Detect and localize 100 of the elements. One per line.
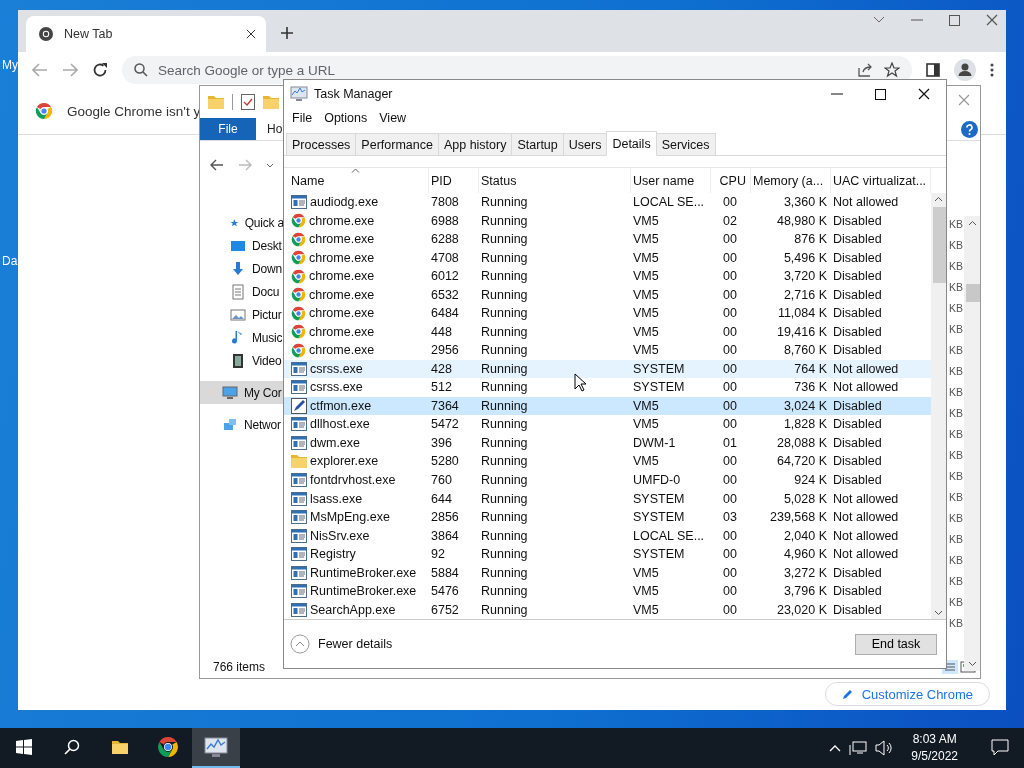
file-size: KB: [949, 280, 963, 295]
chevron-up-icon[interactable]: [829, 744, 842, 752]
scrollbar-thumb[interactable]: [966, 284, 980, 302]
process-row[interactable]: chrome.exe 6484 Running VM5 00 11,084 K Disabled: [284, 304, 931, 323]
process-row[interactable]: csrss.exe 512 Running SYSTEM 00 736 K Not allowed: [284, 378, 931, 397]
profile-icon[interactable]: [954, 59, 976, 81]
column-header[interactable]: Status: [479, 168, 631, 193]
uac-cell: Not allowed: [833, 547, 899, 562]
clock[interactable]: 8:03 AM 9/5/2022: [901, 731, 968, 765]
status-cell: Running: [481, 324, 528, 339]
process-row[interactable]: explorer.exe 5280 Running VM5 00 64,720 K Disabled: [284, 452, 931, 471]
desktop-icon-label[interactable]: My: [2, 58, 18, 72]
chevron-down-icon[interactable]: [873, 16, 885, 24]
process-row[interactable]: RuntimeBroker.exe 5476 Running VM5 00 3,796 K Disabled: [284, 581, 931, 601]
column-header[interactable]: Memory (a...: [751, 168, 831, 193]
uac-cell: Disabled: [833, 250, 882, 265]
column-header[interactable]: CPU: [711, 168, 751, 193]
process-row[interactable]: chrome.exe 6288 Running VM5 00 876 K Disabled: [284, 230, 931, 249]
reload-icon[interactable]: [92, 62, 108, 78]
process-row[interactable]: MsMpEng.exe 2856 Running SYSTEM 03 239,568 K Not allowed: [284, 507, 931, 527]
column-header[interactable]: PID: [429, 168, 479, 193]
navigation-item[interactable]: Music: [200, 326, 284, 349]
scroll-up-icon[interactable]: [934, 196, 943, 202]
process-row[interactable]: csrss.exe 428 Running SYSTEM 00 764 K Not allowed: [284, 359, 931, 379]
column-header[interactable]: UAC virtualizat...: [831, 168, 931, 193]
status-cell: Running: [481, 213, 528, 228]
navigation-item[interactable]: My Cor: [200, 381, 284, 404]
process-row[interactable]: chrome.exe 448 Running VM5 00 19,416 K Disabled: [284, 322, 931, 342]
tab[interactable]: Startup: [511, 133, 564, 155]
process-row[interactable]: Registry 92 Running SYSTEM 00 4,960 K Not allowed: [284, 544, 931, 564]
process-row[interactable]: SearchApp.exe 6752 Running VM5 00 23,020 K Disabled: [284, 600, 931, 619]
cpu-cell: 00: [723, 324, 737, 339]
side-panel-icon[interactable]: [926, 63, 940, 77]
navigation-item[interactable]: Docu: [200, 280, 284, 303]
volume-icon[interactable]: [875, 740, 894, 756]
new-tab-icon[interactable]: [280, 26, 294, 40]
process-row[interactable]: chrome.exe 6532 Running VM5 00 2,716 K Disabled: [284, 285, 931, 305]
tab[interactable]: App history: [437, 133, 513, 155]
taskbar-app[interactable]: [192, 728, 240, 768]
process-row[interactable]: chrome.exe 6988 Running VM5 02 48,980 K Disabled: [284, 211, 931, 231]
process-row[interactable]: lsass.exe 644 Running SYSTEM 00 5,028 K Not allowed: [284, 489, 931, 508]
scrollbar[interactable]: [931, 193, 946, 619]
file-size: KB: [949, 343, 963, 358]
browser-tab[interactable]: New Tab: [26, 16, 266, 52]
navigation-item[interactable]: Networ: [200, 413, 284, 436]
scrollbar-thumb[interactable]: [933, 207, 946, 283]
navigation-item[interactable]: Video: [200, 349, 284, 372]
star-icon[interactable]: [884, 62, 900, 78]
desktop-icon-label[interactable]: Da: [2, 254, 18, 268]
scroll-down-icon[interactable]: [967, 661, 977, 667]
close-icon[interactable]: [918, 88, 930, 100]
process-row[interactable]: audiodg.exe 7808 Running LOCAL SE... 00 3,360 K Not allowed: [284, 193, 931, 212]
tab[interactable]: Details: [606, 131, 657, 156]
menu-item[interactable]: File: [286, 111, 319, 125]
navigation-item[interactable]: Deskt: [200, 234, 284, 257]
menu-item[interactable]: Options: [318, 111, 374, 125]
scrollbar[interactable]: [964, 216, 980, 671]
ribbon-tab[interactable]: Ho: [256, 118, 283, 140]
ribbon-tab[interactable]: File: [200, 118, 256, 140]
fewer-details-button[interactable]: Fewer details: [290, 634, 847, 654]
maximize-icon[interactable]: [875, 88, 886, 100]
process-row[interactable]: fontdrvhost.exe 760 Running UMFD-0 00 924 K Disabled: [284, 470, 931, 490]
task-manager-icon[interactable]: [204, 736, 228, 758]
network-icon[interactable]: [849, 740, 868, 756]
process-row[interactable]: NisSrv.exe 3864 Running LOCAL SE... 00 2,040 K Not allowed: [284, 526, 931, 545]
process-row[interactable]: chrome.exe 4708 Running VM5 00 5,496 K Disabled: [284, 248, 931, 268]
end-task-button[interactable]: End task: [855, 633, 937, 655]
file-size: KB: [949, 511, 963, 526]
cpu-cell: 00: [723, 287, 737, 302]
navigation-item[interactable]: Down: [200, 257, 284, 280]
scroll-down-icon[interactable]: [934, 610, 943, 616]
customize-chrome-button[interactable]: Customize Chrome: [824, 682, 990, 706]
column-header[interactable]: User name: [631, 168, 711, 193]
close-tab-icon[interactable]: [246, 29, 256, 39]
tab[interactable]: Services: [655, 133, 716, 155]
navigation-item[interactable]: Pictur: [200, 303, 284, 326]
process-row[interactable]: dwm.exe 396 Running DWM-1 01 28,088 K Disabled: [284, 433, 931, 453]
status-cell: Running: [481, 510, 528, 524]
menu-item[interactable]: View: [373, 111, 413, 125]
menu-icon[interactable]: [990, 63, 994, 77]
large-icons-view-icon[interactable]: [960, 660, 976, 674]
tab[interactable]: Users: [562, 133, 608, 155]
process-row[interactable]: chrome.exe 2956 Running VM5 00 8,760 K Disabled: [284, 341, 931, 360]
scroll-up-icon[interactable]: [967, 220, 977, 226]
tab[interactable]: Performance: [355, 133, 439, 155]
back-icon[interactable]: [210, 159, 224, 171]
status-cell: Running: [481, 528, 528, 543]
window-icon: [291, 510, 307, 524]
tab[interactable]: Processes: [286, 133, 357, 155]
process-row[interactable]: chrome.exe 6012 Running VM5 00 3,720 K Disabled: [284, 267, 931, 286]
properties-icon[interactable]: [241, 94, 255, 110]
process-row[interactable]: RuntimeBroker.exe 5884 Running VM5 00 3,272 K Disabled: [284, 563, 931, 582]
chevron-down-icon[interactable]: [266, 162, 274, 168]
user-cell: SYSTEM: [633, 510, 685, 524]
process-row[interactable]: dllhost.exe 5472 Running VM5 00 1,828 K Disabled: [284, 415, 931, 434]
column-header[interactable]: Name: [289, 168, 429, 193]
cpu-cell: 00: [723, 398, 737, 413]
help-icon[interactable]: [961, 121, 978, 138]
process-row[interactable]: ctfmon.exe 7364 Running VM5 00 3,024 K Disabled: [284, 396, 931, 416]
share-icon[interactable]: [858, 63, 874, 77]
